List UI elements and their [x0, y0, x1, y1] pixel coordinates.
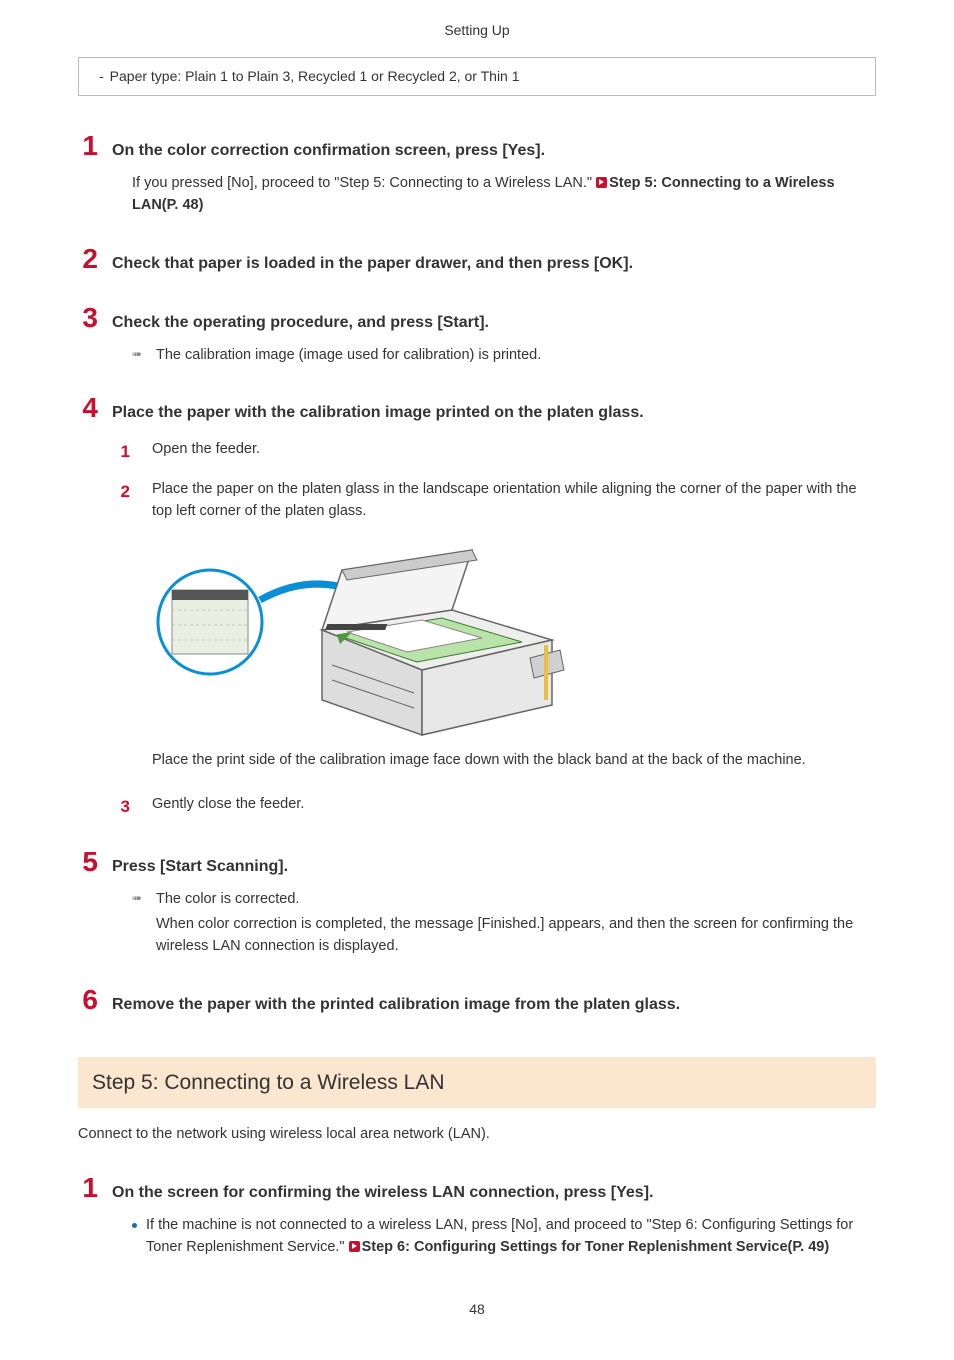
step-title: Check the operating procedure, and press… — [112, 311, 489, 335]
link-icon — [596, 177, 607, 188]
step-title: Place the paper with the calibration ima… — [112, 401, 644, 425]
dash-bullet: - — [99, 68, 110, 84]
result-arrow-icon: ➠ — [132, 889, 152, 907]
substep-1: 1 Open the feeder. — [118, 439, 876, 465]
step-title: Check that paper is loaded in the paper … — [112, 252, 633, 276]
substep-text: Gently close the feeder. — [152, 794, 876, 816]
page-number: 48 — [0, 1299, 954, 1320]
step-4: 4 Place the paper with the calibration i… — [78, 394, 876, 819]
printer-illustration — [152, 530, 582, 740]
step-number: 4 — [78, 394, 98, 422]
step5-result: The color is corrected. — [156, 889, 876, 911]
substep-text: Open the feeder. — [152, 439, 876, 461]
step1-body-pre: If you pressed [No], proceed to "Step 5:… — [132, 175, 596, 191]
substep-caption: Place the print side of the calibration … — [152, 750, 876, 772]
step-5: 5 Press [Start Scanning]. ➠ The color is… — [78, 848, 876, 958]
note-text: Paper type: Plain 1 to Plain 3, Recycled… — [110, 68, 520, 84]
bullet-item: If the machine is not connected to a wir… — [132, 1215, 876, 1259]
section-heading-step5: Step 5: Connecting to a Wireless LAN — [78, 1057, 876, 1109]
step-3: 3 Check the operating procedure, and pre… — [78, 304, 876, 367]
substep-3: 3 Gently close the feeder. — [118, 794, 876, 820]
section5-step-1: 1 On the screen for confirming the wirel… — [78, 1174, 876, 1259]
step-title: On the color correction confirmation scr… — [112, 139, 545, 163]
result-arrow-icon: ➠ — [132, 345, 152, 363]
link-icon — [349, 1241, 360, 1252]
step-2: 2 Check that paper is loaded in the pape… — [78, 245, 876, 276]
bullet-link[interactable]: Step 6: Configuring Settings for Toner R… — [362, 1239, 830, 1255]
substep-text: Place the paper on the platen glass in t… — [152, 479, 876, 523]
step3-result: The calibration image (image used for ca… — [156, 345, 876, 367]
step-1: 1 On the color correction confirmation s… — [78, 132, 876, 217]
substep-number: 1 — [118, 439, 130, 465]
step-number: 1 — [78, 132, 98, 160]
step-title: Press [Start Scanning]. — [112, 855, 288, 879]
substep-number: 3 — [118, 794, 130, 820]
substep-number: 2 — [118, 479, 130, 505]
substep-2: 2 Place the paper on the platen glass in… — [118, 479, 876, 780]
step5-followup: When color correction is completed, the … — [156, 914, 876, 958]
step-number: 1 — [78, 1174, 98, 1202]
step-title: On the screen for confirming the wireles… — [112, 1181, 653, 1205]
section-intro: Connect to the network using wireless lo… — [78, 1124, 876, 1146]
step-number: 5 — [78, 848, 98, 876]
step-number: 6 — [78, 986, 98, 1014]
step-6: 6 Remove the paper with the printed cali… — [78, 986, 876, 1017]
step-number: 3 — [78, 304, 98, 332]
note-box: -Paper type: Plain 1 to Plain 3, Recycle… — [78, 57, 876, 96]
step-title: Remove the paper with the printed calibr… — [112, 993, 680, 1017]
page-header: Setting Up — [0, 20, 954, 41]
step-number: 2 — [78, 245, 98, 273]
